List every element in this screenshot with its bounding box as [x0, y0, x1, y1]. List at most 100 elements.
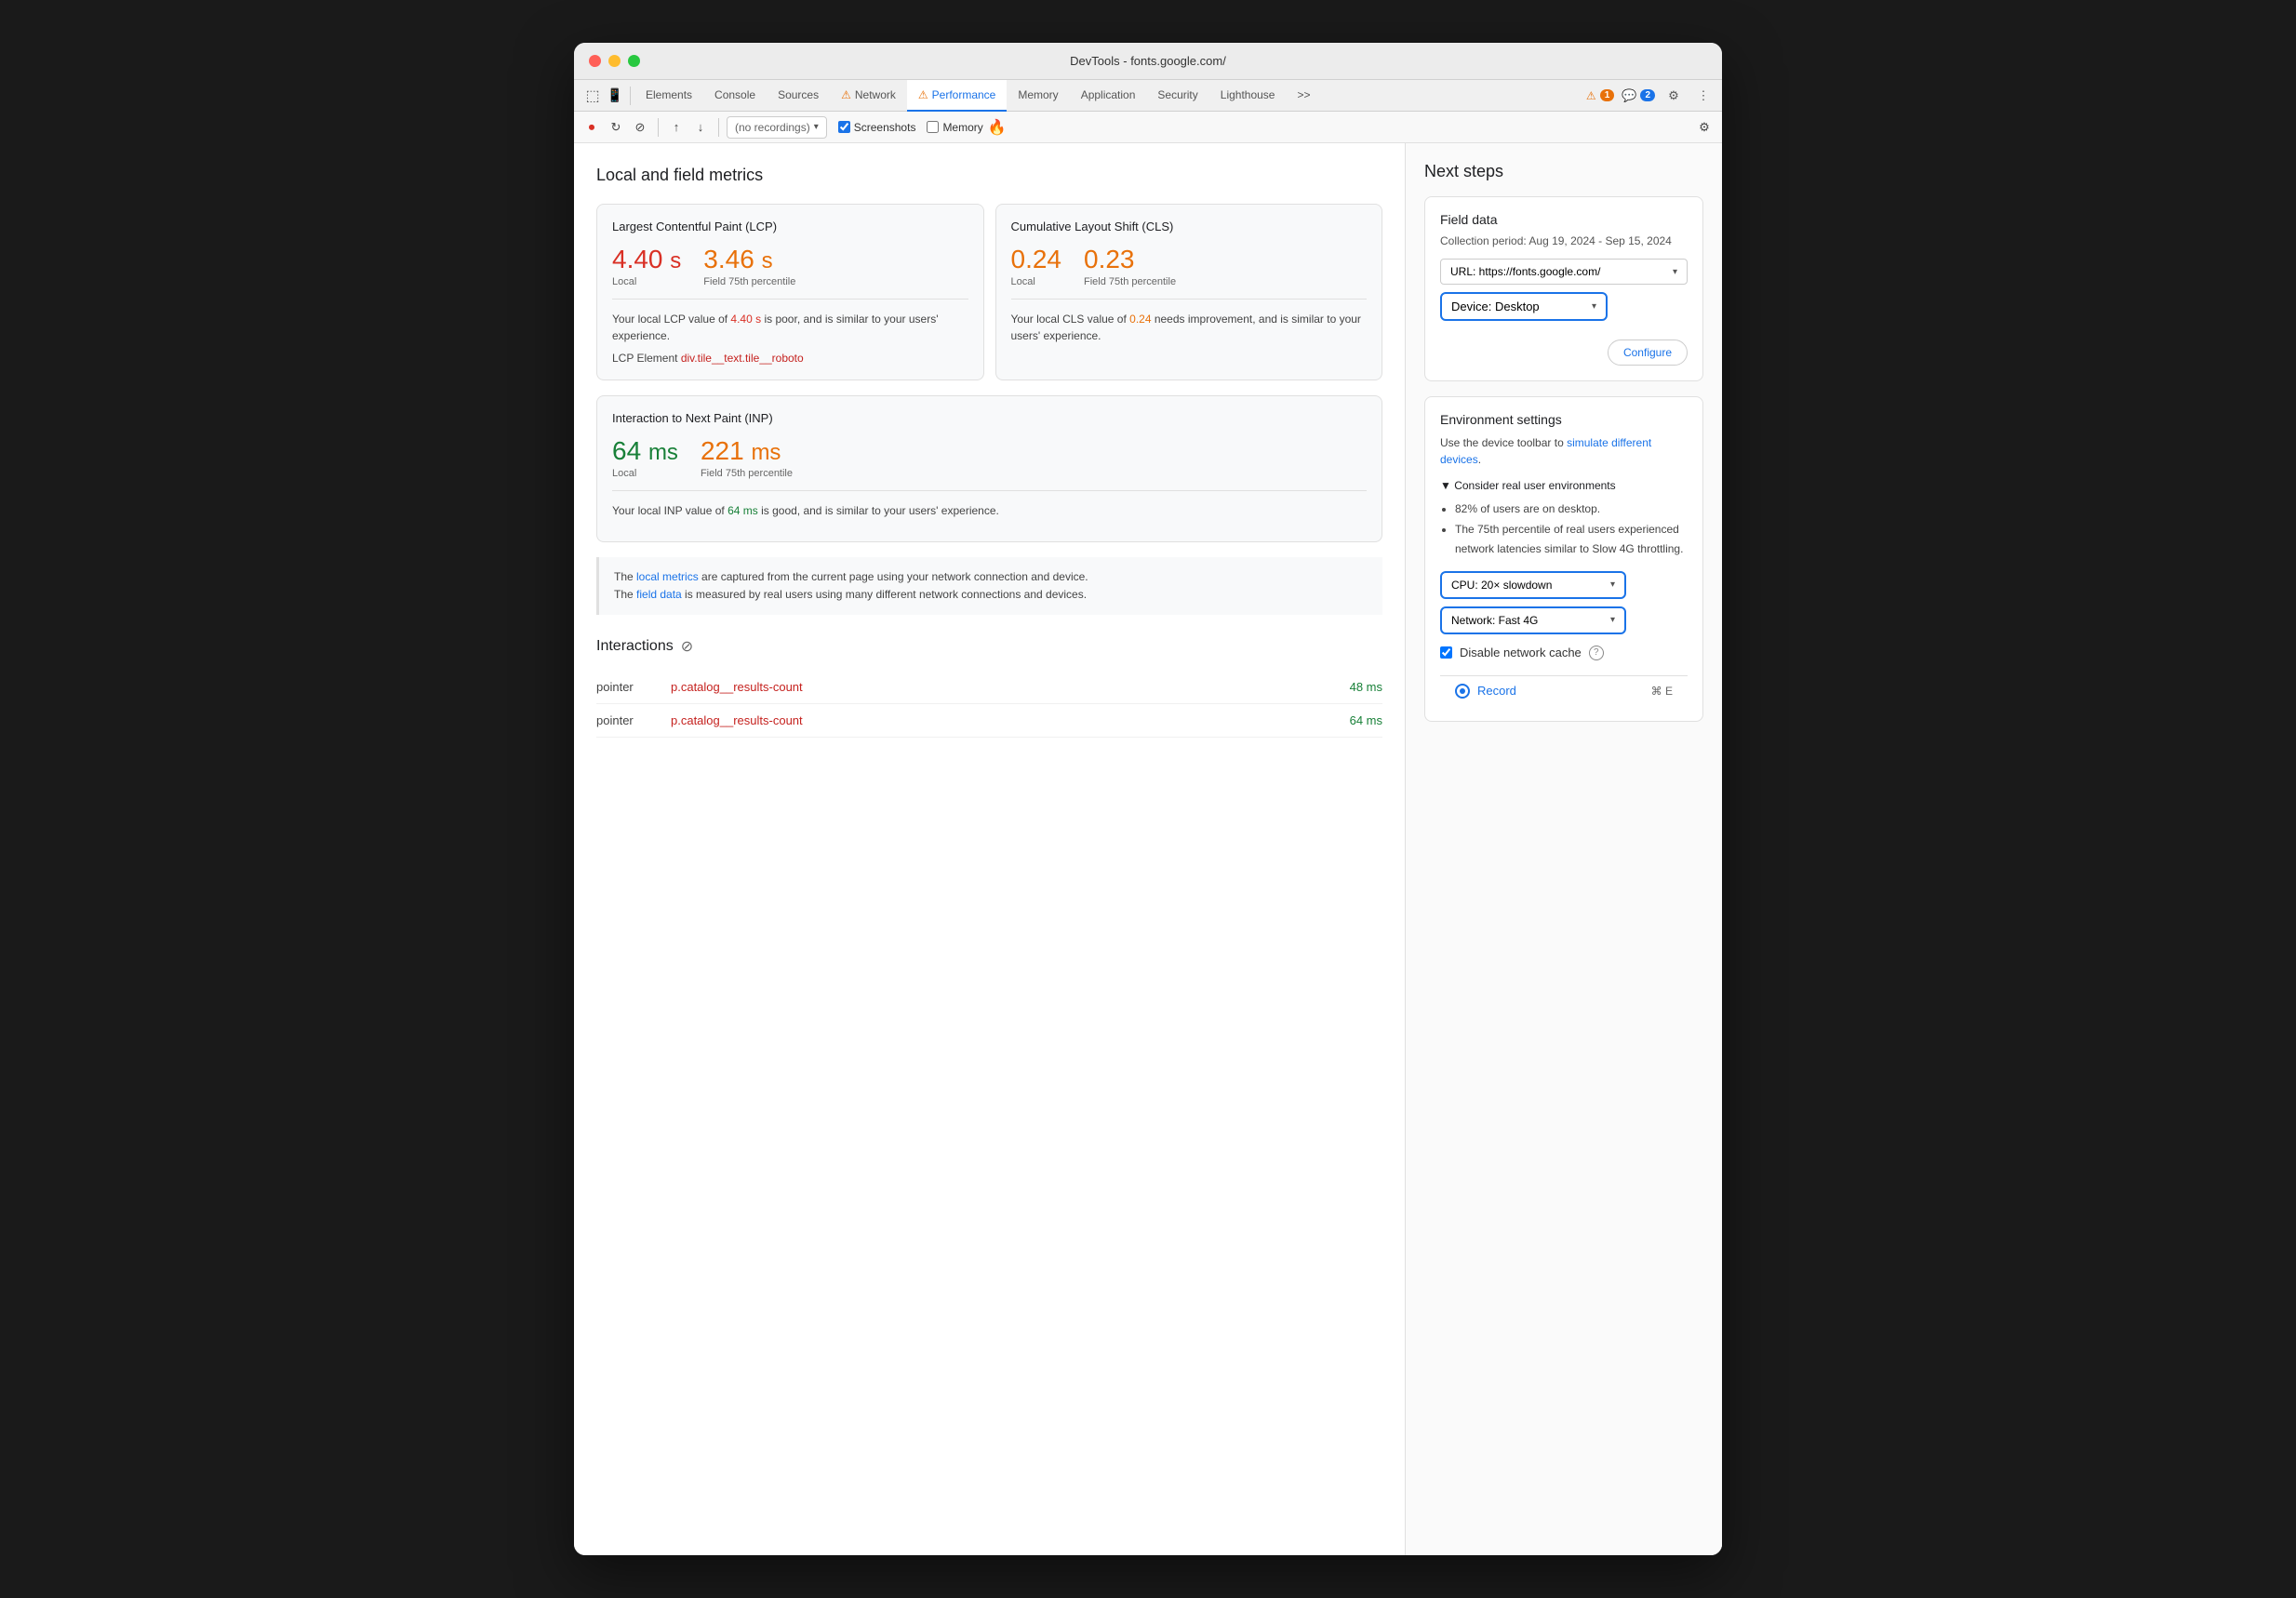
inp-title: Interaction to Next Paint (INP): [612, 411, 1367, 425]
recording-dropdown[interactable]: (no recordings) ▾: [727, 116, 827, 139]
interactions-icon: ⊘: [681, 637, 693, 656]
record-circle-icon: [1455, 684, 1470, 699]
consider-item-1: 82% of users are on desktop.: [1455, 499, 1688, 520]
interaction-row: pointer p.catalog__results-count 48 ms: [596, 671, 1382, 704]
interaction-element-2[interactable]: p.catalog__results-count: [671, 713, 1350, 727]
cls-local-value: 0.24: [1011, 245, 1062, 274]
disable-cache-row: Disable network cache ?: [1440, 646, 1688, 660]
interactions-section: Interactions ⊘: [596, 637, 1382, 656]
inp-local-label: Local: [612, 468, 678, 479]
traffic-lights: [589, 55, 640, 67]
inp-local: 64 ms Local: [612, 436, 678, 479]
performance-warning-icon: ⚠: [918, 88, 928, 101]
url-dropdown[interactable]: URL: https://fonts.google.com/ ▾: [1440, 259, 1688, 285]
lcp-description: Your local LCP value of 4.40 s is poor, …: [612, 311, 968, 344]
record-button[interactable]: ⏺: [581, 117, 602, 138]
titlebar: DevTools - fonts.google.com/: [574, 43, 1722, 80]
chat-icon: 💬: [1622, 88, 1636, 103]
local-metrics-link[interactable]: local metrics: [636, 570, 699, 583]
flame-chart-icon[interactable]: 🔥: [987, 117, 1008, 138]
settings-icon[interactable]: ⚙: [1662, 85, 1685, 107]
minimize-button[interactable]: [608, 55, 621, 67]
right-panel: Next steps Field data Collection period:…: [1406, 143, 1722, 1555]
interaction-type-2: pointer: [596, 713, 671, 727]
lcp-element: LCP Element div.tile__text.tile__roboto: [612, 352, 968, 365]
field-data-title: Field data: [1440, 212, 1688, 227]
separator: [630, 87, 631, 105]
memory-checkbox-group: Memory: [927, 121, 982, 134]
chat-indicator[interactable]: 💬 2: [1622, 88, 1655, 103]
consider-item-2: The 75th percentile of real users experi…: [1455, 520, 1688, 560]
tab-sources[interactable]: Sources: [767, 80, 830, 112]
configure-button[interactable]: Configure: [1608, 340, 1688, 366]
cls-title: Cumulative Layout Shift (CLS): [1011, 220, 1368, 233]
lcp-field-value: 3.46 s: [703, 245, 795, 274]
stop-button[interactable]: ⊘: [630, 117, 650, 138]
main-content: Local and field metrics Largest Contentf…: [574, 143, 1722, 1555]
lcp-local: 4.40 s Local: [612, 245, 681, 287]
tab-elements[interactable]: Elements: [634, 80, 703, 112]
tab-performance[interactable]: ⚠ Performance: [907, 80, 1007, 112]
tab-memory[interactable]: Memory: [1007, 80, 1069, 112]
lcp-element-link[interactable]: div.tile__text.tile__roboto: [681, 352, 804, 365]
warning-indicator[interactable]: ⚠ 1: [1586, 89, 1614, 102]
upload-button[interactable]: ↑: [666, 117, 687, 138]
memory-checkbox[interactable]: [927, 121, 939, 133]
interaction-element-1[interactable]: p.catalog__results-count: [671, 680, 1350, 694]
tab-console[interactable]: Console: [703, 80, 767, 112]
tab-network[interactable]: ⚠ Network: [830, 80, 907, 112]
cls-desc-value: 0.24: [1129, 313, 1151, 326]
tab-application[interactable]: Application: [1070, 80, 1147, 112]
inp-field-label: Field 75th percentile: [701, 468, 793, 479]
refresh-record-button[interactable]: ↻: [606, 117, 626, 138]
device-icon[interactable]: 📱: [604, 85, 626, 107]
separator: [658, 118, 659, 137]
record-shortcut: ⌘ E: [1651, 685, 1673, 698]
disable-cache-checkbox[interactable]: [1440, 646, 1452, 659]
interaction-type-1: pointer: [596, 680, 671, 694]
warning-icon: ⚠: [1586, 89, 1596, 102]
screenshots-label: Screenshots: [854, 121, 916, 134]
metrics-grid: Largest Contentful Paint (LCP) 4.40 s Lo…: [596, 204, 1382, 380]
inspect-icon[interactable]: ⬚: [581, 85, 604, 107]
lcp-card: Largest Contentful Paint (LCP) 4.40 s Lo…: [596, 204, 984, 380]
inp-field-value: 221 ms: [701, 436, 793, 466]
help-icon[interactable]: ?: [1589, 646, 1604, 660]
lcp-field-label: Field 75th percentile: [703, 276, 795, 287]
settings-gear-icon[interactable]: ⚙: [1694, 117, 1715, 138]
download-button[interactable]: ↓: [690, 117, 711, 138]
field-data-link[interactable]: field data: [636, 588, 682, 601]
env-settings-title: Environment settings: [1440, 412, 1688, 427]
screenshots-checkbox-group: Screenshots: [838, 121, 916, 134]
simulate-devices-link[interactable]: simulate different devices: [1440, 436, 1651, 466]
interaction-time-1: 48 ms: [1350, 680, 1382, 694]
cls-values: 0.24 Local 0.23 Field 75th percentile: [1011, 245, 1368, 300]
lcp-local-value: 4.40 s: [612, 245, 681, 274]
devtools-body: ⬚ 📱 Elements Console Sources ⚠ Network ⚠…: [574, 80, 1722, 1555]
screenshots-checkbox[interactable]: [838, 121, 850, 133]
cpu-dropdown[interactable]: CPU: 20× slowdown ▾: [1440, 571, 1626, 599]
device-dropdown[interactable]: Device: Desktop ▾: [1440, 292, 1608, 321]
consider-title: ▼ Consider real user environments: [1440, 479, 1688, 492]
metrics-section-title: Local and field metrics: [596, 166, 1382, 185]
cpu-dropdown-arrow-icon: ▾: [1610, 579, 1615, 590]
record-label[interactable]: Record: [1477, 684, 1516, 698]
more-options-icon[interactable]: ⋮: [1692, 85, 1715, 107]
env-description: Use the device toolbar to simulate diffe…: [1440, 434, 1688, 468]
interactions-title-text: Interactions: [596, 638, 674, 655]
network-dropdown[interactable]: Network: Fast 4G ▾: [1440, 606, 1626, 634]
devtools-window: DevTools - fonts.google.com/ ⬚ 📱 Element…: [574, 43, 1722, 1555]
network-dropdown-arrow-icon: ▾: [1610, 615, 1615, 625]
env-settings-section: Environment settings Use the device tool…: [1424, 396, 1703, 722]
cls-field-label: Field 75th percentile: [1084, 276, 1176, 287]
tab-lighthouse[interactable]: Lighthouse: [1209, 80, 1287, 112]
inp-local-value: 64 ms: [612, 436, 678, 466]
tab-more[interactable]: >>: [1286, 80, 1321, 112]
inp-desc-value: 64 ms: [728, 504, 758, 517]
close-button[interactable]: [589, 55, 601, 67]
device-dropdown-arrow-icon: ▾: [1592, 301, 1596, 312]
collection-period: Collection period: Aug 19, 2024 - Sep 15…: [1440, 234, 1688, 247]
maximize-button[interactable]: [628, 55, 640, 67]
inp-card: Interaction to Next Paint (INP) 64 ms Lo…: [596, 395, 1382, 542]
tab-security[interactable]: Security: [1146, 80, 1208, 112]
